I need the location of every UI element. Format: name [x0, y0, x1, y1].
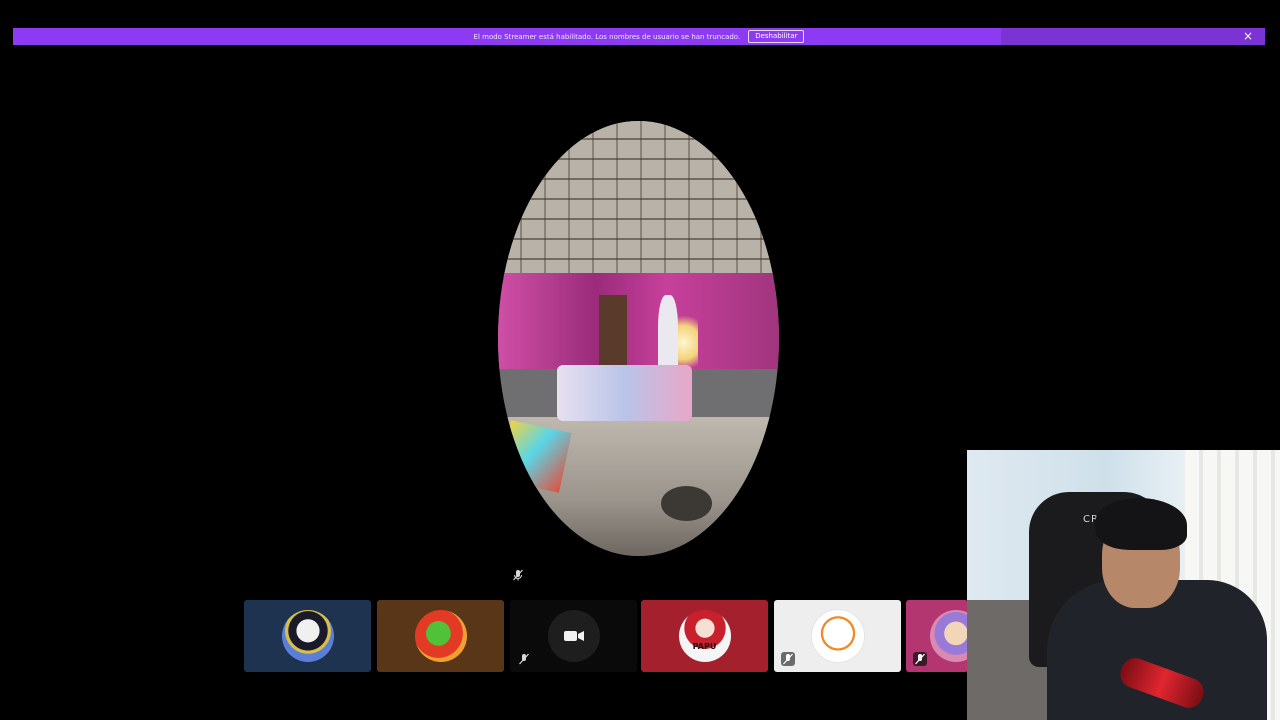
- participant-tile[interactable]: [377, 600, 504, 672]
- person-figure: [658, 295, 678, 374]
- mic-muted-icon: [913, 652, 927, 666]
- papu-anime-avatar: PAPU: [678, 610, 731, 662]
- sofa: [557, 364, 692, 422]
- streamer-hair: [1095, 498, 1187, 550]
- banner-dim-region: [1001, 28, 1265, 45]
- doorway: [599, 295, 628, 374]
- participant-tile[interactable]: [774, 600, 901, 672]
- parrot-avatar: [414, 610, 467, 662]
- participants-strip: PAPU: [244, 600, 968, 672]
- mic-muted-icon: [513, 569, 523, 581]
- bugs-bunny-avatar: [810, 609, 865, 663]
- streamer-mode-banner: El modo Streamer está habilitado. Los no…: [13, 28, 1265, 45]
- screen: El modo Streamer está habilitado. Los no…: [0, 0, 1280, 720]
- camera-avatar: [547, 610, 600, 662]
- toys: [498, 419, 572, 493]
- streamer-facecam: CRE: [967, 450, 1280, 720]
- disable-streamer-mode-button[interactable]: Deshabilitar: [748, 30, 805, 43]
- mic-muted-icon: [517, 652, 531, 666]
- ceiling: [498, 121, 779, 278]
- close-icon[interactable]: ×: [1243, 29, 1253, 43]
- streamer-mode-message: El modo Streamer está habilitado. Los no…: [473, 32, 741, 41]
- video-camera-icon: [563, 631, 584, 641]
- pink-wall: [498, 273, 779, 369]
- participant-tile[interactable]: [906, 600, 968, 672]
- main-video-stream[interactable]: [498, 95, 779, 595]
- participant-tile[interactable]: [510, 600, 637, 672]
- participant-tile[interactable]: [244, 600, 371, 672]
- avatar-text: PAPU: [692, 642, 717, 651]
- pink-avatar: [930, 610, 968, 662]
- mic-muted-icon: [781, 652, 795, 666]
- penguin-avatar: [281, 610, 334, 662]
- fisheye-camera-feed: [498, 121, 779, 556]
- shadow: [660, 486, 712, 522]
- participant-tile[interactable]: PAPU: [641, 600, 768, 672]
